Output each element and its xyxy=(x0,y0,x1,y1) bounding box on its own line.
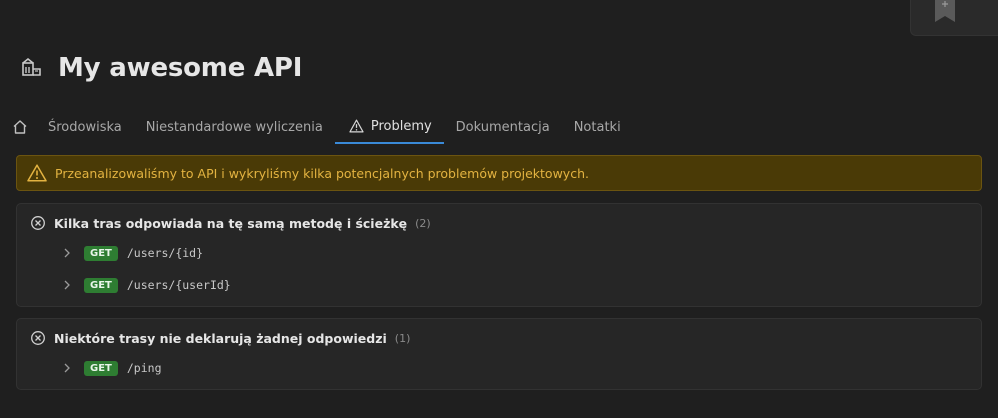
tab-label: Środowiska xyxy=(48,119,122,135)
warning-message: Przeanalizowaliśmy to API i wykryliśmy k… xyxy=(55,165,589,181)
route-path: /ping xyxy=(126,361,162,375)
route-row[interactable]: GET /ping xyxy=(63,359,162,377)
error-circle-icon xyxy=(30,215,46,231)
home-icon xyxy=(12,119,28,135)
chevron-right-icon[interactable] xyxy=(63,362,75,374)
issue-group: Kilka tras odpowiada na tę samą metodę i… xyxy=(16,203,982,307)
tab-label: Notatki xyxy=(573,119,621,135)
method-badge: GET xyxy=(84,277,118,293)
issue-header: Kilka tras odpowiada na tę samą metodę i… xyxy=(30,214,431,232)
error-circle-icon xyxy=(30,330,46,346)
tab-custom-enumerations[interactable]: Niestandardowe wyliczenia xyxy=(134,110,335,144)
tab-bar: Środowiska Niestandardowe wyliczenia Pro… xyxy=(12,110,633,144)
route-path: /users/{userId} xyxy=(126,278,231,292)
tab-documentation[interactable]: Dokumentacja xyxy=(444,110,562,144)
route-path: /users/{id} xyxy=(126,246,204,260)
chevron-right-icon[interactable] xyxy=(63,247,75,259)
api-icon xyxy=(20,56,44,80)
route-row[interactable]: GET /users/{userId} xyxy=(63,276,231,294)
warning-banner: Przeanalizowaliśmy to API i wykryliśmy k… xyxy=(16,155,982,191)
tab-label: Dokumentacja xyxy=(455,119,550,135)
issue-title: Niektóre trasy nie deklarują żadnej odpo… xyxy=(54,330,387,346)
page-title: My awesome API xyxy=(58,53,303,83)
method-badge: GET xyxy=(84,245,118,261)
method-badge: GET xyxy=(84,360,118,376)
corner-panel xyxy=(910,0,998,36)
tab-notes[interactable]: Notatki xyxy=(562,110,633,144)
bookmark-add-icon[interactable] xyxy=(935,0,955,22)
issue-count: (2) xyxy=(415,216,431,230)
chevron-right-icon[interactable] xyxy=(63,279,75,291)
tab-problems[interactable]: Problemy xyxy=(334,110,444,144)
warning-icon xyxy=(27,164,47,182)
issue-header: Niektóre trasy nie deklarują żadnej odpo… xyxy=(30,329,410,347)
tab-home[interactable] xyxy=(12,110,36,144)
page: My awesome API Środowiska Niestandardowe… xyxy=(0,0,998,418)
warning-icon xyxy=(349,119,364,133)
issue-count: (1) xyxy=(394,331,411,345)
issue-group: Niektóre trasy nie deklarują żadnej odpo… xyxy=(16,318,982,390)
tab-label: Problemy xyxy=(370,118,432,134)
tab-environments[interactable]: Środowiska xyxy=(36,110,134,144)
page-header: My awesome API xyxy=(20,50,302,86)
tab-label: Niestandardowe wyliczenia xyxy=(145,119,323,135)
route-row[interactable]: GET /users/{id} xyxy=(63,244,203,262)
issue-title: Kilka tras odpowiada na tę samą metodę i… xyxy=(54,215,408,231)
